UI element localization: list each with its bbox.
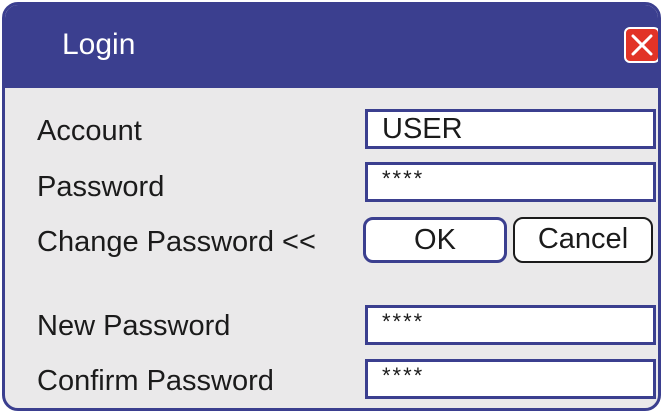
account-label: Account — [37, 115, 142, 147]
new-password-field[interactable]: **** — [365, 305, 656, 345]
title-bar[interactable]: Login — [5, 5, 658, 88]
password-label: Password — [37, 171, 165, 203]
close-icon — [631, 34, 653, 56]
login-dialog: Login Account USER Password **** Change … — [2, 2, 661, 411]
account-field[interactable]: USER — [365, 109, 656, 149]
change-password-toggle[interactable]: Change Password << — [37, 224, 316, 260]
dialog-title: Login — [62, 28, 136, 61]
close-button[interactable] — [624, 27, 658, 63]
confirm-password-field[interactable]: **** — [365, 359, 656, 399]
password-field[interactable]: **** — [365, 162, 656, 202]
new-password-label: New Password — [37, 310, 231, 342]
confirm-password-label: Confirm Password — [37, 365, 274, 397]
cancel-button[interactable]: Cancel — [513, 217, 653, 263]
ok-button[interactable]: OK — [363, 217, 507, 263]
